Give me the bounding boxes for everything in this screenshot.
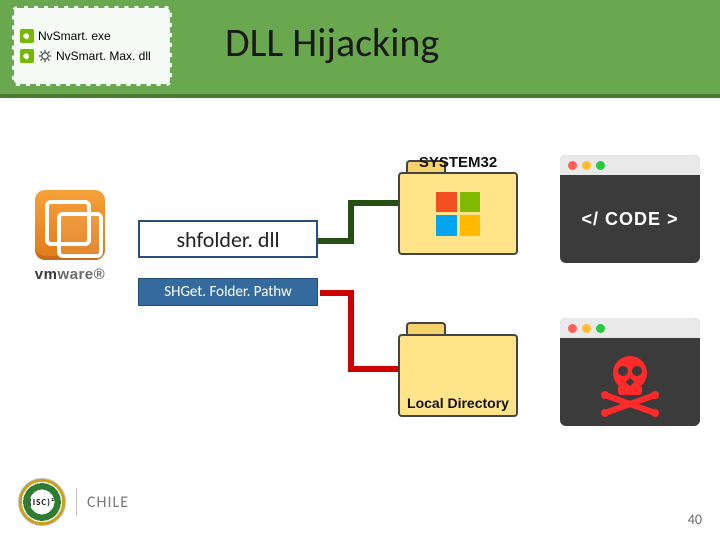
file-name: NvSmart. Max. dll xyxy=(56,49,151,63)
connector-line xyxy=(348,366,404,372)
nvidia-icon xyxy=(20,29,34,43)
window-traffic-lights-icon xyxy=(560,155,700,175)
separator xyxy=(76,488,77,516)
dll-function-box: SHGet. Folder. Pathw xyxy=(138,278,318,306)
vmware-wordmark: vmware® xyxy=(20,266,120,283)
vmware-prefix: vm xyxy=(35,266,58,283)
malicious-panel xyxy=(560,318,700,426)
system32-folder: SYSTEM32 xyxy=(398,160,518,255)
dll-file-label: shfolder. dll xyxy=(176,226,279,253)
connector-line xyxy=(348,200,354,244)
file-row: NvSmart. Max. dll xyxy=(20,49,164,63)
slide-title: DLL Hijacking xyxy=(225,18,439,67)
file-name: NvSmart. exe xyxy=(38,29,111,43)
vmware-suffix: ware xyxy=(57,266,93,283)
chapter-name: CHILE xyxy=(87,493,129,512)
file-row: NvSmart. exe xyxy=(20,29,164,43)
vmware-logo: vmware® xyxy=(20,190,120,283)
code-panel: </ CODE > xyxy=(560,155,700,263)
dll-function-label: SHGet. Folder. Pathw xyxy=(164,283,292,301)
dll-file-box: shfolder. dll xyxy=(138,220,318,258)
folder-label: SYSTEM32 xyxy=(419,154,497,171)
isc2-badge-icon: (ISC)² xyxy=(18,478,66,526)
vmware-box-icon xyxy=(35,190,105,260)
nvidia-icon xyxy=(20,49,34,63)
gear-icon xyxy=(38,49,52,63)
windows-logo-icon xyxy=(436,192,480,236)
window-traffic-lights-icon xyxy=(560,318,700,338)
connector-line xyxy=(348,290,354,372)
local-directory-folder: Local Directory xyxy=(398,322,518,417)
skull-crossbones-icon xyxy=(560,338,700,426)
folder-label: Local Directory xyxy=(407,395,509,411)
footer-brand: (ISC)² CHILE xyxy=(18,478,129,526)
code-panel-text: </ CODE > xyxy=(560,175,700,263)
file-list-box: NvSmart. exe NvSmart. Max. dll xyxy=(12,6,172,86)
page-number: 40 xyxy=(688,511,702,528)
isc2-badge-text: (ISC)² xyxy=(29,497,55,508)
